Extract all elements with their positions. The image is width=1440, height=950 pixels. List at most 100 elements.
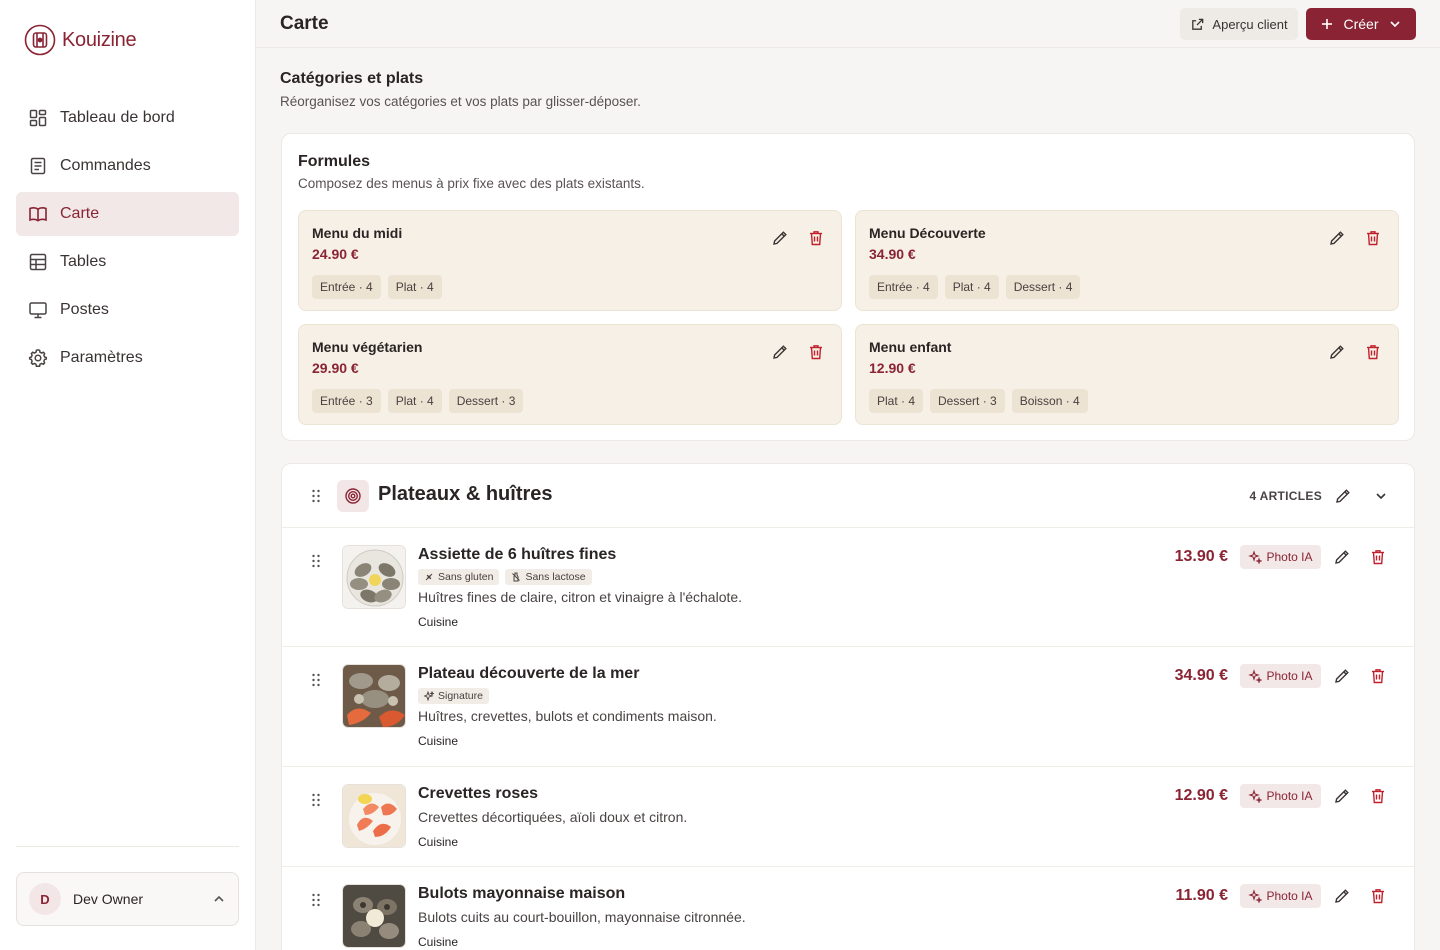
sidebar-item-dashboard[interactable]: Tableau de bord (16, 96, 239, 140)
drag-handle-icon[interactable] (311, 489, 321, 503)
dish-station: Cuisine (418, 615, 459, 629)
chevron-up-icon (214, 895, 224, 902)
dish-price: 12.90 € (1174, 787, 1228, 804)
menu-tag: Dessert · 4 (1005, 275, 1081, 299)
photo-ia-button[interactable]: Photo IA (1240, 545, 1321, 569)
trash-icon[interactable] (1369, 548, 1387, 566)
dish-description: Crevettes décortiquées, aïoli doux et ci… (418, 809, 688, 825)
dish-name: Crevettes roses (418, 785, 539, 802)
dish-row[interactable]: Plateau découverte de la mer Signature H… (282, 647, 1414, 767)
user-menu[interactable]: D Dev Owner (16, 872, 239, 926)
sidebar-item-orders[interactable]: Commandes (16, 144, 239, 188)
section-title: Catégories et plats (280, 70, 424, 87)
plus-icon (1322, 19, 1333, 29)
sidebar: Kouizine Tableau de bord Commandes Carte (0, 0, 256, 950)
trash-icon[interactable] (1364, 229, 1382, 247)
menu-card[interactable]: Menu Découverte 34.90 € Entrée · 4 Plat … (855, 210, 1399, 311)
dish-station: Cuisine (418, 935, 459, 949)
sparkles-icon (1248, 669, 1263, 683)
chevron-down-icon[interactable] (1374, 489, 1388, 503)
edit-icon[interactable] (1333, 787, 1351, 805)
diet-tag: Sans gluten (418, 569, 500, 585)
category-header: Plateaux & huîtres 4 ARTICLES (282, 464, 1414, 528)
sidebar-item-tables[interactable]: Tables (16, 240, 239, 284)
trash-icon[interactable] (1369, 787, 1387, 805)
menu-actions (771, 343, 825, 361)
formules-title: Formules (298, 153, 371, 170)
edit-icon[interactable] (1328, 229, 1346, 247)
photo-ia-button[interactable]: Photo IA (1240, 664, 1321, 688)
dish-price: 11.90 € (1175, 887, 1229, 904)
menu-card[interactable]: Menu du midi 24.90 € Entrée · 4 Plat · 4 (298, 210, 842, 311)
menu-name: Menu enfant (869, 339, 952, 355)
user-name: Dev Owner (73, 891, 144, 907)
preview-client-label: Aperçu client (1212, 16, 1288, 32)
drag-handle-icon[interactable] (311, 673, 321, 687)
chevron-down-icon (1389, 21, 1400, 28)
sidebar-item-carte[interactable]: Carte (16, 192, 239, 236)
sidebar-nav: Tableau de bord Commandes Carte Tables P… (16, 96, 239, 384)
menu-tag: Plat · 4 (944, 275, 999, 299)
edit-icon[interactable] (771, 343, 789, 361)
trash-icon[interactable] (807, 229, 825, 247)
menu-tag: Entrée · 4 (869, 275, 938, 299)
edit-icon[interactable] (1333, 667, 1351, 685)
photo-ia-label: Photo IA (1266, 789, 1313, 803)
sidebar-item-label: Carte (60, 205, 100, 222)
menu-tag: Dessert · 3 (930, 389, 1005, 413)
preview-client-button[interactable]: Aperçu client (1180, 8, 1298, 40)
drag-handle-icon[interactable] (311, 893, 321, 907)
menu-name: Menu du midi (312, 225, 403, 241)
dish-row[interactable]: Crevettes roses Crevettes décortiquées, … (282, 767, 1414, 867)
dish-name: Plateau découverte de la mer (418, 665, 640, 682)
menu-tag: Boisson · 4 (1011, 389, 1088, 413)
oyster-icon (337, 480, 369, 512)
trash-icon[interactable] (807, 343, 825, 361)
dish-name: Assiette de 6 huîtres fines (418, 546, 617, 563)
sidebar-item-label: Postes (60, 301, 109, 318)
sidebar-item-settings[interactable]: Paramètres (16, 336, 239, 380)
edit-icon[interactable] (1333, 887, 1351, 905)
diet-tag: Sans lactose (505, 569, 592, 585)
sparkles-icon (1248, 889, 1263, 903)
category-count: 4 ARTICLES (1249, 489, 1322, 503)
menu-price: 34.90 € (869, 246, 916, 262)
sidebar-item-label: Tables (60, 253, 107, 270)
menu-price: 29.90 € (312, 360, 359, 376)
photo-ia-button[interactable]: Photo IA (1240, 784, 1321, 808)
logo[interactable]: Kouizine (24, 24, 137, 56)
photo-ia-button[interactable]: Photo IA (1240, 884, 1321, 908)
trash-icon[interactable] (1364, 343, 1382, 361)
menu-tags: Plat · 4 Dessert · 3 Boisson · 4 (869, 389, 1088, 413)
create-button[interactable]: Créer (1306, 8, 1416, 40)
menu-tags: Entrée · 3 Plat · 4 Dessert · 3 (312, 389, 524, 413)
brand-name: Kouizine (62, 28, 137, 51)
dish-row[interactable]: Assiette de 6 huîtres fines Sans gluten … (282, 528, 1414, 647)
dish-price: 34.90 € (1174, 667, 1228, 684)
logo-icon (24, 24, 56, 56)
drag-handle-icon[interactable] (311, 793, 321, 807)
sidebar-item-postes[interactable]: Postes (16, 288, 239, 332)
menu-card[interactable]: Menu végétarien 29.90 € Entrée · 3 Plat … (298, 324, 842, 425)
menu-tag: Plat · 4 (869, 389, 924, 413)
edit-icon[interactable] (1333, 548, 1351, 566)
menu-price: 24.90 € (312, 246, 359, 262)
top-header: Carte Aperçu client Créer (256, 0, 1440, 48)
trash-icon[interactable] (1369, 887, 1387, 905)
dish-description: Bulots cuits au court-bouillon, mayonnai… (418, 909, 746, 925)
edit-icon[interactable] (771, 229, 789, 247)
menu-actions (771, 229, 825, 247)
section-subtitle: Réorganisez vos catégories et vos plats … (280, 94, 641, 109)
drag-handle-icon[interactable] (311, 554, 321, 568)
milk-off-icon (512, 572, 521, 582)
trash-icon[interactable] (1369, 667, 1387, 685)
menu-card[interactable]: Menu enfant 12.90 € Plat · 4 Dessert · 3… (855, 324, 1399, 425)
sidebar-divider (16, 846, 239, 847)
avatar: D (29, 883, 61, 915)
dish-photo (342, 545, 406, 609)
monitor-icon (29, 302, 47, 319)
edit-icon[interactable] (1328, 343, 1346, 361)
dish-row[interactable]: Bulots mayonnaise maison Bulots cuits au… (282, 867, 1414, 950)
orders-icon (30, 157, 46, 175)
edit-icon[interactable] (1334, 487, 1352, 505)
